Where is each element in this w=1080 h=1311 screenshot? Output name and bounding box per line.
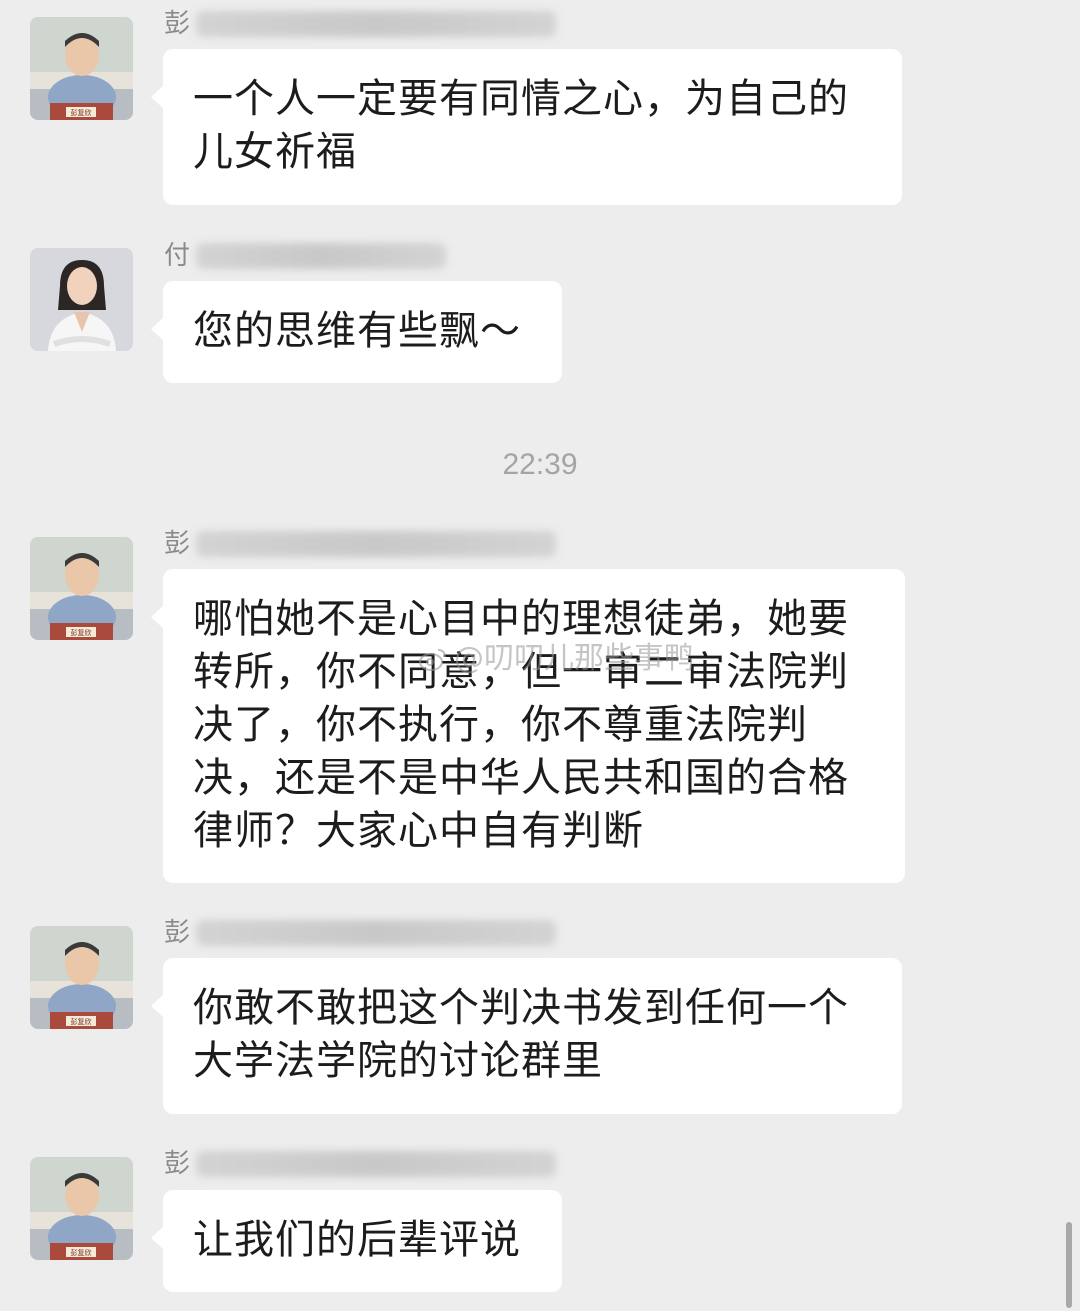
nameplate-text: 彭复欣 — [71, 1017, 92, 1026]
scrollbar[interactable] — [1066, 1222, 1072, 1308]
man-avatar-icon: 彭复欣 — [30, 1157, 133, 1260]
sender-name-visible: 彭 — [164, 1149, 191, 1179]
sender-name: 彭 — [164, 913, 557, 953]
man-avatar-icon: 彭复欣 — [30, 17, 133, 120]
sender-name-redacted — [196, 1151, 557, 1177]
avatar-man[interactable]: 彭复欣 — [30, 1157, 133, 1260]
sender-name-redacted — [196, 920, 557, 946]
sender-name-redacted — [196, 11, 557, 37]
message-bubble[interactable]: 哪怕她不是心目中的理想徒弟，她要转所，你不同意，但一审二审法院判决了，你不执行，… — [151, 569, 905, 883]
sender-name-redacted — [196, 243, 447, 269]
sender-name: 彭 — [164, 1144, 557, 1184]
chat-timestamp: 22:39 — [502, 448, 578, 481]
message-text: 您的思维有些飘～ — [193, 308, 521, 354]
message-text: 让我们的后辈评说 — [193, 1217, 521, 1263]
message-bubble[interactable]: 一个人一定要有同情之心，为自己的儿女祈福 — [151, 49, 902, 205]
nameplate-text: 彭复欣 — [71, 1248, 92, 1257]
avatar-man[interactable]: 彭复欣 — [30, 537, 133, 640]
message-bubble[interactable]: 您的思维有些飘～ — [151, 281, 562, 383]
sender-name: 彭 — [164, 4, 557, 44]
man-avatar-icon: 彭复欣 — [30, 537, 133, 640]
avatar-woman[interactable] — [30, 248, 133, 351]
sender-name-visible: 彭 — [164, 918, 191, 948]
sender-name: 彭 — [164, 524, 557, 564]
sender-name-visible: 付 — [164, 241, 191, 271]
message-bubble[interactable]: 让我们的后辈评说 — [151, 1190, 562, 1292]
chat-window: 彭复欣 彭 一个人一定要有同情之心，为自己的儿女祈福 付 您的思维有些飘～ 22… — [0, 0, 1080, 1311]
nameplate-text: 彭复欣 — [71, 628, 92, 637]
avatar-man[interactable]: 彭复欣 — [30, 926, 133, 1029]
message-text: 一个人一定要有同情之心，为自己的儿女祈福 — [193, 76, 849, 175]
sender-name: 付 — [164, 236, 447, 276]
sender-name-visible: 彭 — [164, 529, 191, 559]
woman-avatar-icon — [30, 248, 133, 351]
message-bubble[interactable]: 你敢不敢把这个判决书发到任何一个大学法学院的讨论群里 — [151, 958, 902, 1114]
message-text: 哪怕她不是心目中的理想徒弟，她要转所，你不同意，但一审二审法院判决了，你不执行，… — [193, 596, 849, 854]
message-text: 你敢不敢把这个判决书发到任何一个大学法学院的讨论群里 — [193, 985, 849, 1084]
nameplate-text: 彭复欣 — [71, 108, 92, 117]
sender-name-redacted — [196, 531, 557, 557]
avatar-man[interactable]: 彭复欣 — [30, 17, 133, 120]
sender-name-visible: 彭 — [164, 9, 191, 39]
man-avatar-icon: 彭复欣 — [30, 926, 133, 1029]
